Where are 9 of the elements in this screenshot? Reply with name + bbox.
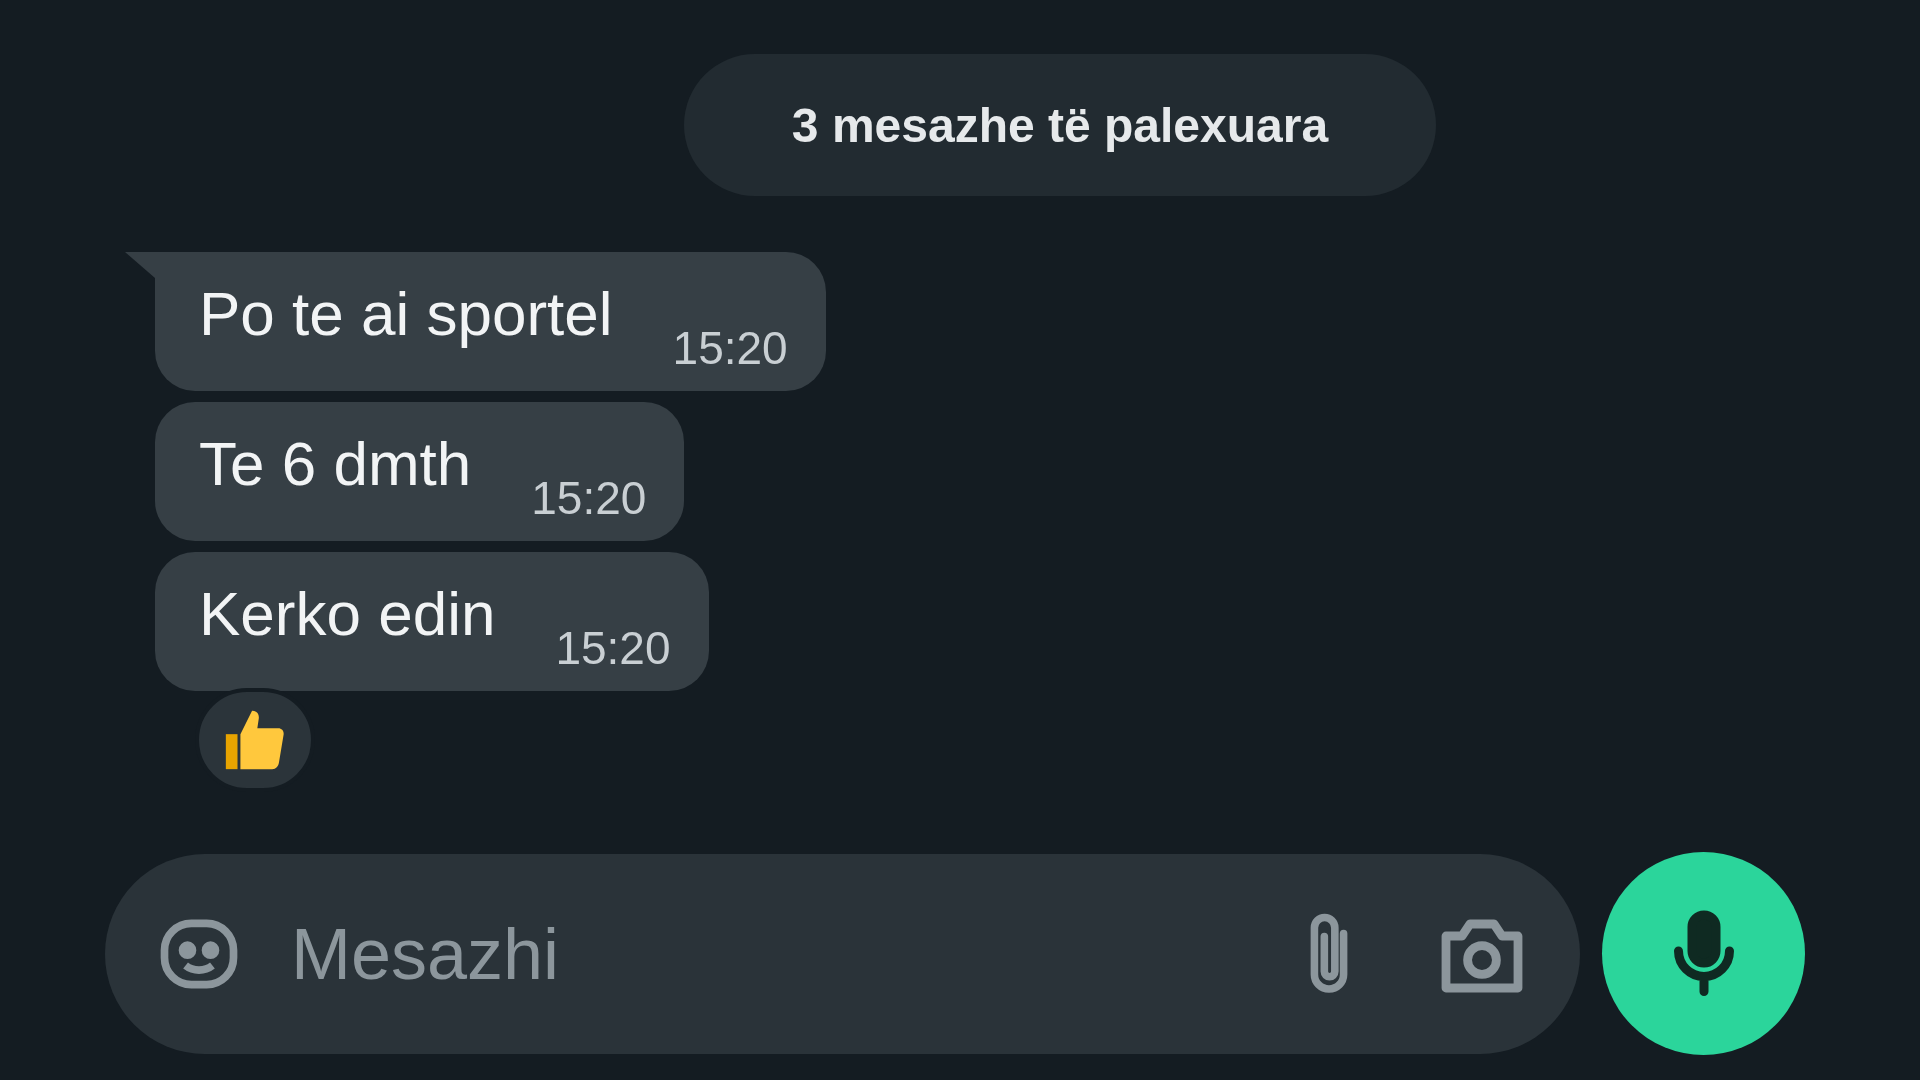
message-text: Kerko edin (199, 578, 496, 649)
unread-messages-banner: 3 mesazhe të palexuara (684, 54, 1436, 196)
message-text: Po te ai sportel (199, 278, 613, 349)
message-text: Te 6 dmth (199, 428, 472, 499)
message-time: 15:20 (531, 471, 647, 525)
message-time: 15:20 (555, 621, 671, 675)
message-input-field[interactable]: Mesazhi (105, 853, 1580, 1054)
message-input[interactable]: Mesazhi (289, 911, 1224, 996)
message-time: 15:20 (672, 321, 788, 375)
